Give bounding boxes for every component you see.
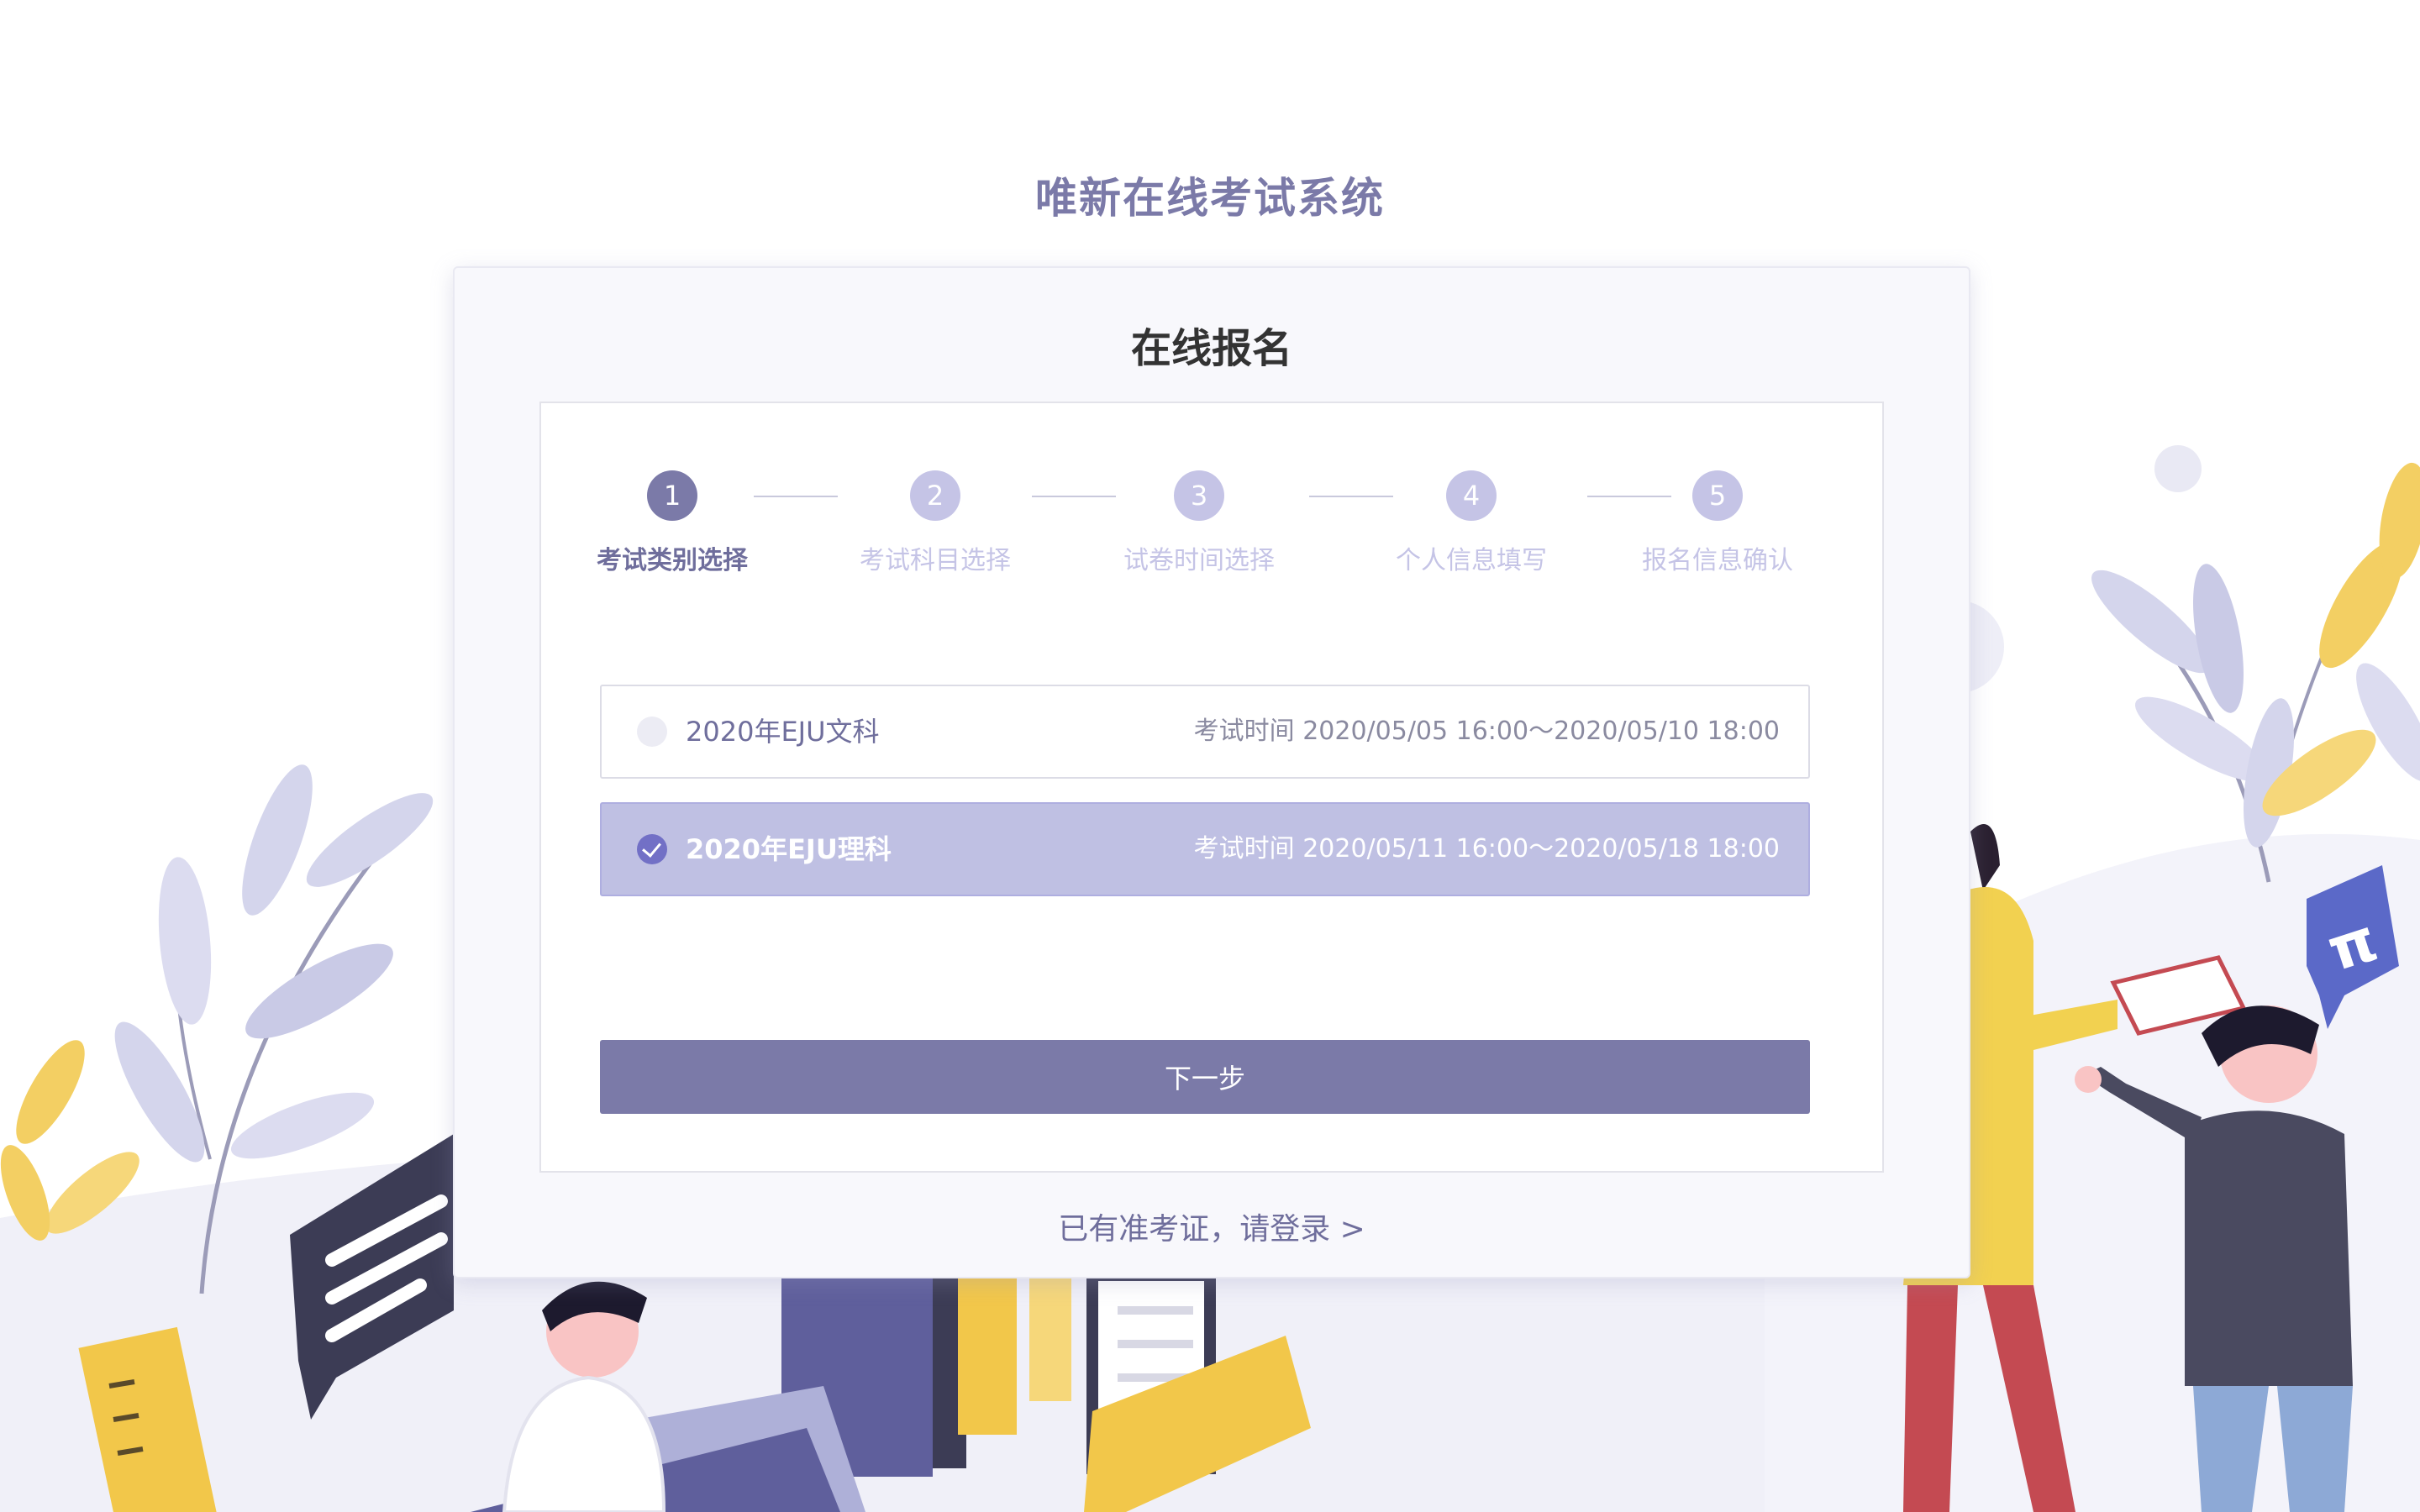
exam-option-name: 2020年EJU文科 — [686, 716, 880, 748]
step-4-circle: 4 — [1446, 470, 1497, 521]
registration-panel: 1 考试类别选择 2 考试科目选择 3 试卷时间选择 4 个人信息填写 5 报名 — [539, 402, 1884, 1173]
step-3-label: 试卷时间选择 — [1123, 546, 1275, 575]
step-connector-2 — [1032, 496, 1116, 497]
exam-option-science[interactable]: 2020年EJU理科 考试时间 2020/05/11 16:00～2020/05… — [600, 802, 1810, 896]
registration-card: 在线报名 1 考试类别选择 2 考试科目选择 3 试卷时间选择 4 个人信息填写 — [453, 266, 1970, 1278]
next-step-button[interactable]: 下一步 — [600, 1040, 1810, 1114]
card-title: 在线报名 — [1130, 325, 1292, 372]
desk-illustration — [471, 1269, 1311, 1512]
step-1-circle: 1 — [647, 470, 697, 521]
step-3-circle: 3 — [1174, 470, 1224, 521]
step-1-label: 考试类别选择 — [597, 546, 748, 575]
exam-option-liberal-arts[interactable]: 2020年EJU文科 考试时间 2020/05/05 16:00～2020/05… — [600, 685, 1810, 779]
exam-option-time: 考试时间 2020/05/11 16:00～2020/05/18 18:00 — [1193, 834, 1780, 864]
login-link[interactable]: 已有准考证，请登录 > — [455, 1205, 1969, 1248]
step-2-label: 考试科目选择 — [860, 546, 1011, 575]
exam-option-time: 考试时间 2020/05/05 16:00～2020/05/10 18:00 — [1193, 717, 1780, 746]
step-connector-3 — [1309, 496, 1393, 497]
step-4-label: 个人信息填写 — [1396, 546, 1547, 575]
radio-checked-icon[interactable] — [637, 834, 667, 864]
radio-unchecked-icon[interactable] — [637, 717, 667, 747]
site-title: 唯新在线考试系统 — [1035, 174, 1385, 223]
step-5-label: 报名信息确认 — [1642, 546, 1793, 575]
step-2-circle: 2 — [910, 470, 960, 521]
step-connector-1 — [754, 496, 838, 497]
step-5-circle: 5 — [1692, 470, 1743, 521]
step-connector-4 — [1587, 496, 1671, 497]
exam-option-name: 2020年EJU理科 — [686, 833, 892, 865]
right-plant-illustration — [2091, 462, 2420, 883]
